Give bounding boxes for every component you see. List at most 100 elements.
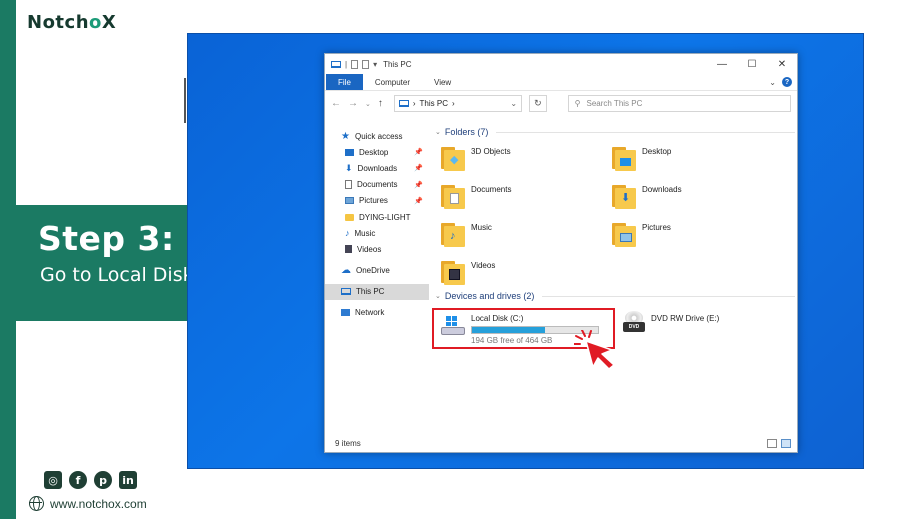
- 3d-objects-folder-icon: ◆: [441, 145, 465, 171]
- tab-view[interactable]: View: [422, 74, 463, 90]
- desktop-icon: [345, 148, 354, 156]
- forward-arrow-icon[interactable]: →: [348, 98, 358, 109]
- sidebar-item-videos[interactable]: Videos: [325, 241, 429, 257]
- expand-ribbon-icon[interactable]: ⌄: [769, 78, 776, 87]
- this-pc-icon: [341, 288, 351, 296]
- status-bar: 9 items: [335, 439, 791, 448]
- facebook-icon[interactable]: f: [69, 471, 87, 489]
- sidebar-item-label: Quick access: [354, 131, 403, 141]
- instagram-icon[interactable]: ◎: [44, 471, 62, 489]
- website-text: www.notchox.com: [50, 496, 147, 511]
- tab-computer[interactable]: Computer: [363, 74, 422, 90]
- documents-folder-icon: [441, 183, 465, 209]
- navigation-bar: ← → ⌄ ↑ › This PC › ⌄ ↻ ⚲ Search This PC: [325, 91, 797, 116]
- folder-documents[interactable]: Documents: [441, 183, 612, 212]
- refresh-button[interactable]: ↻: [529, 95, 547, 112]
- sidebar-item-documents[interactable]: Documents 📌: [325, 177, 429, 193]
- folder-icon: [345, 213, 354, 221]
- folder-downloads[interactable]: ⬇ Downloads: [612, 183, 783, 212]
- file-explorer-window: | ▾ This PC — ☐ ✕ File Computer View ⌄ ?…: [324, 53, 798, 453]
- sidebar-item-label: Videos: [357, 244, 382, 254]
- window-controls: — ☐ ✕: [707, 59, 797, 70]
- drives-group-header[interactable]: ⌄ Devices and drives (2): [435, 289, 795, 303]
- pin-icon: 📌: [414, 149, 423, 157]
- drive-label: DVD RW Drive (E:): [651, 314, 720, 323]
- desktop-folder-icon: [612, 145, 636, 171]
- sidebar-item-desktop[interactable]: Desktop 📌: [325, 144, 429, 160]
- sidebar-item-onedrive[interactable]: ☁ OneDrive: [325, 263, 429, 279]
- folder-videos[interactable]: Videos: [441, 259, 612, 288]
- sidebar-item-label: Downloads: [357, 163, 398, 173]
- address-bar[interactable]: › This PC › ⌄: [393, 95, 523, 112]
- sidebar-item-pictures[interactable]: Pictures 📌: [325, 193, 429, 209]
- this-pc-icon: [398, 100, 409, 107]
- red-cursor-arrow-icon: [574, 330, 615, 370]
- window-title: This PC: [383, 59, 412, 69]
- sidebar-item-label: Music: [354, 228, 376, 238]
- address-dropdown-icon[interactable]: ⌄: [510, 99, 517, 108]
- sidebar-item-network[interactable]: Network: [325, 305, 429, 321]
- folder-pictures[interactable]: Pictures: [612, 221, 783, 250]
- details-view-icon[interactable]: [767, 439, 777, 448]
- folder-label: Pictures: [642, 223, 671, 232]
- folder-label: 3D Objects: [471, 147, 511, 156]
- downloads-folder-icon: ⬇: [612, 183, 636, 209]
- pinterest-icon[interactable]: p: [94, 471, 112, 489]
- address-chevron-icon: ›: [452, 99, 455, 108]
- help-icon[interactable]: ?: [782, 77, 792, 87]
- linkedin-icon[interactable]: in: [119, 471, 137, 489]
- sidebar-item-label: Pictures: [359, 196, 388, 206]
- sidebar-item-quick-access[interactable]: ★ Quick access: [325, 128, 429, 144]
- folder-label: Downloads: [642, 185, 682, 194]
- sidebar-item-label: OneDrive: [356, 266, 390, 276]
- up-arrow-icon[interactable]: ↑: [378, 98, 383, 109]
- customize-dropdown-icon[interactable]: ▾: [373, 60, 377, 69]
- ribbon-tabs: File Computer View ⌄ ?: [325, 74, 797, 91]
- search-icon: ⚲: [574, 99, 581, 108]
- picture-icon: [345, 197, 354, 205]
- folders-group-header[interactable]: ⌄ Folders (7): [435, 125, 795, 139]
- view-switcher: [767, 439, 791, 448]
- address-chevron-icon: ›: [412, 99, 416, 108]
- folder-music[interactable]: ♪ Music: [441, 221, 612, 250]
- download-arrow-icon: ⬇: [345, 162, 353, 173]
- minimize-button[interactable]: —: [707, 59, 737, 70]
- search-input[interactable]: ⚲ Search This PC: [567, 95, 791, 112]
- folder-label: Music: [471, 223, 492, 232]
- pin-icon: 📌: [414, 165, 423, 173]
- new-folder-icon[interactable]: [362, 59, 370, 69]
- back-arrow-icon[interactable]: ←: [331, 98, 341, 109]
- collapse-chevron-icon[interactable]: ⌄: [435, 292, 441, 300]
- close-button[interactable]: ✕: [767, 59, 797, 70]
- tab-file[interactable]: File: [326, 74, 363, 90]
- windows-drive-icon: [441, 314, 465, 336]
- cloud-icon: ☁: [341, 265, 351, 277]
- sidebar-item-label: This PC: [356, 287, 385, 297]
- dvd-drive-icon: DVD: [623, 311, 645, 333]
- step-title: Step 3:: [38, 219, 175, 258]
- quick-access-toolbar: | ▾: [331, 59, 377, 69]
- properties-icon[interactable]: [351, 59, 359, 69]
- sidebar-item-downloads[interactable]: ⬇ Downloads 📌: [325, 160, 429, 176]
- collapse-chevron-icon[interactable]: ⌄: [435, 128, 441, 136]
- large-icons-view-icon[interactable]: [781, 439, 791, 448]
- website-link[interactable]: www.notchox.com: [29, 496, 147, 511]
- sidebar-item-this-pc[interactable]: This PC: [325, 283, 429, 300]
- globe-icon: [29, 496, 44, 511]
- folder-3d-objects[interactable]: ◆ 3D Objects: [441, 145, 612, 174]
- folder-desktop[interactable]: Desktop: [612, 145, 783, 174]
- music-folder-icon: ♪: [441, 221, 465, 247]
- recent-locations-icon[interactable]: ⌄: [365, 100, 371, 108]
- pictures-folder-icon: [612, 221, 636, 247]
- sidebar-item-label: Desktop: [359, 147, 389, 157]
- sidebar-item-label: Network: [355, 308, 385, 318]
- folder-label: Documents: [471, 185, 512, 194]
- sidebar-item-music[interactable]: ♪ Music: [325, 225, 429, 241]
- notchox-logo: NotchoX: [27, 12, 117, 33]
- title-bar[interactable]: | ▾ This PC — ☐ ✕: [325, 54, 797, 74]
- sidebar-item-dying-light[interactable]: DYING-LIGHT: [325, 209, 429, 225]
- pin-icon: 📌: [414, 181, 423, 189]
- maximize-button[interactable]: ☐: [737, 59, 767, 70]
- drive-dvd-rw-e[interactable]: DVD DVD RW Drive (E:): [623, 311, 719, 349]
- content-pane: ⌄ Folders (7) ◆ 3D Objects Desktop Docum…: [432, 125, 795, 349]
